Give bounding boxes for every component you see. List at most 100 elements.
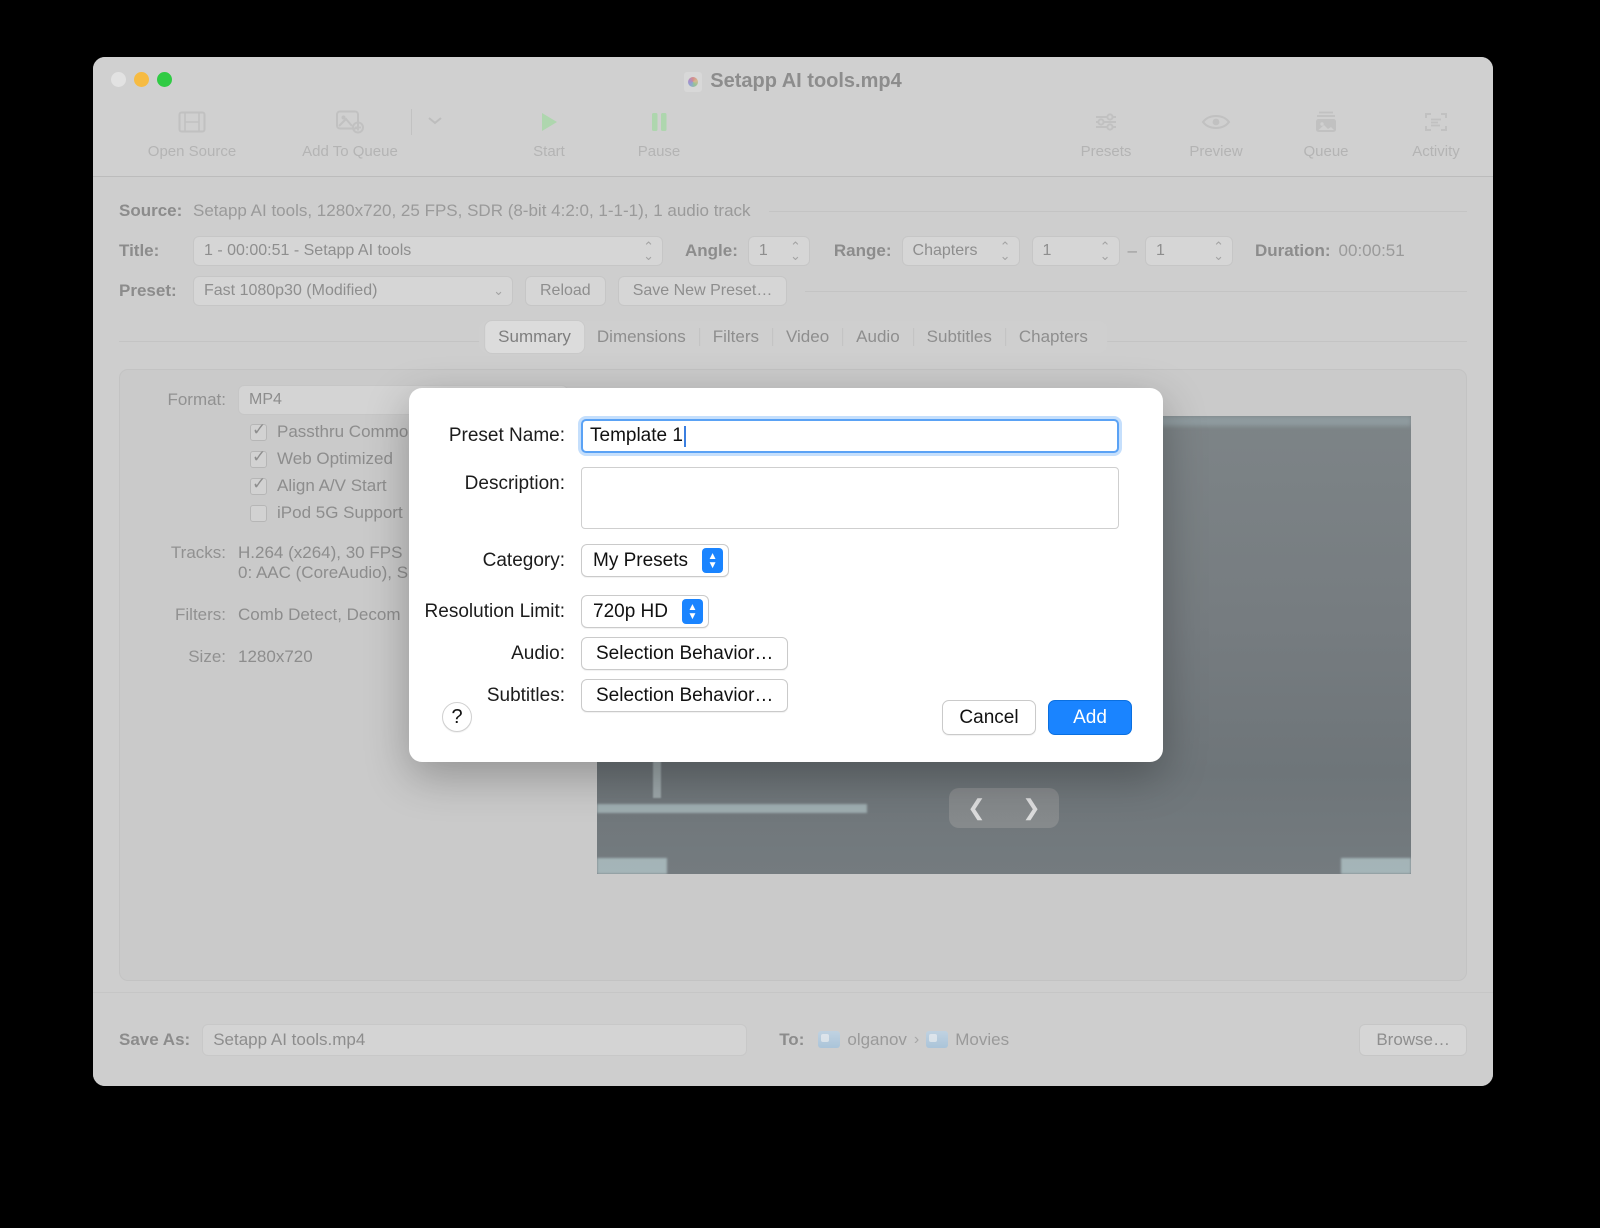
- to-label: To:: [779, 1030, 804, 1050]
- tab-filters[interactable]: Filters: [700, 321, 772, 353]
- preset-select[interactable]: Fast 1080p30 (Modified) ⌄: [193, 276, 513, 306]
- play-icon: [538, 107, 560, 137]
- pause-label: Pause: [638, 143, 681, 160]
- audio-selection-behavior-button[interactable]: Selection Behavior…: [581, 637, 788, 670]
- subtitles-label: Subtitles:: [409, 679, 581, 713]
- filters-label: Filters:: [140, 605, 238, 625]
- description-label: Description:: [409, 467, 581, 501]
- add-image-icon: [335, 107, 365, 137]
- activity-label: Activity: [1412, 143, 1460, 160]
- cancel-label: Cancel: [959, 707, 1018, 729]
- category-row: Category: My Presets ▲▼: [409, 544, 1163, 578]
- home-folder-icon: [818, 1031, 840, 1048]
- tab-summary[interactable]: Summary: [485, 321, 584, 353]
- pause-button[interactable]: Pause: [604, 107, 714, 160]
- preview-button[interactable]: Preview: [1161, 107, 1271, 160]
- tab-video[interactable]: Video: [773, 321, 842, 353]
- cancel-button[interactable]: Cancel: [942, 700, 1036, 735]
- browse-button[interactable]: Browse…: [1359, 1024, 1467, 1056]
- angle-select[interactable]: 1 ⌃⌄: [748, 236, 810, 266]
- subtitles-selection-behavior-label: Selection Behavior…: [596, 685, 773, 707]
- range-type-value: Chapters: [913, 242, 978, 260]
- eye-icon: [1201, 107, 1231, 137]
- preset-name-input[interactable]: Template 1: [581, 419, 1119, 453]
- add-button[interactable]: Add: [1048, 700, 1132, 735]
- checkbox-label: Align A/V Start: [277, 476, 387, 496]
- tab-dimensions[interactable]: Dimensions: [584, 321, 699, 353]
- audio-label: Audio:: [409, 637, 581, 671]
- preview-floor: [597, 804, 867, 813]
- dialog-actions: Cancel Add: [942, 700, 1132, 735]
- open-source-button[interactable]: Open Source: [137, 107, 247, 160]
- document-icon: [684, 72, 702, 92]
- open-source-label: Open Source: [148, 143, 236, 160]
- audio-selection-behavior-label: Selection Behavior…: [596, 643, 773, 665]
- destination-path[interactable]: olganov › Movies: [818, 1030, 1009, 1050]
- resolution-limit-select[interactable]: 720p HD ▲▼: [581, 595, 709, 628]
- tab-audio-label: Audio: [856, 327, 899, 346]
- film-icon: [178, 107, 206, 137]
- preset-divider: [805, 291, 1467, 292]
- reload-preset-button[interactable]: Reload: [525, 276, 606, 306]
- activity-button[interactable]: Activity: [1381, 107, 1491, 160]
- checkbox-label: Web Optimized: [277, 449, 393, 469]
- title-select[interactable]: 1 - 00:00:51 - Setapp AI tools ⌃⌄: [193, 236, 663, 266]
- path-segment-movies: Movies: [955, 1030, 1009, 1050]
- save-new-preset-button[interactable]: Save New Preset…: [618, 276, 788, 306]
- chevron-updown-icon: ⌃⌄: [1000, 242, 1011, 260]
- title-label: Title:: [119, 241, 193, 261]
- checkbox-icon: [250, 424, 267, 441]
- subtitles-selection-behavior-button[interactable]: Selection Behavior…: [581, 679, 788, 712]
- angle-value: 1: [759, 242, 768, 260]
- chevron-updown-icon: ⌃⌄: [1213, 242, 1224, 260]
- save-as-input[interactable]: Setapp AI tools.mp4: [202, 1024, 747, 1056]
- chevron-down-icon: [426, 113, 444, 131]
- queue-button[interactable]: Queue: [1271, 107, 1381, 160]
- tab-bar: Summary Dimensions Filters Video Audio S…: [93, 321, 1493, 361]
- toolbar-left-group: Open Source Add To Queue Star: [137, 107, 714, 160]
- range-to-select[interactable]: 1 ⌃⌄: [1145, 236, 1233, 266]
- tab-subtitles-label: Subtitles: [927, 327, 992, 346]
- path-separator: ›: [914, 1031, 919, 1049]
- description-input[interactable]: [581, 467, 1119, 529]
- range-from-select[interactable]: 1 ⌃⌄: [1032, 236, 1120, 266]
- range-type-select[interactable]: Chapters ⌃⌄: [902, 236, 1020, 266]
- text-caret: [684, 426, 686, 447]
- help-button[interactable]: ?: [442, 702, 472, 732]
- category-select[interactable]: My Presets ▲▼: [581, 544, 729, 577]
- screen: Setapp AI tools.mp4 Open Source Add To Q…: [0, 0, 1600, 1228]
- size-value: 1280x720: [238, 647, 313, 667]
- folder-icon: [926, 1031, 948, 1048]
- presets-button[interactable]: Presets: [1051, 107, 1161, 160]
- add-to-queue-button[interactable]: Add To Queue: [295, 107, 405, 160]
- preset-label: Preset:: [119, 281, 193, 301]
- range-from-value: 1: [1043, 242, 1052, 260]
- preview-next-button[interactable]: ❯: [1022, 795, 1040, 821]
- add-to-queue-menu-button[interactable]: [418, 107, 452, 137]
- tab-subtitles[interactable]: Subtitles: [914, 321, 1005, 353]
- resolution-limit-label: Resolution Limit:: [409, 595, 581, 629]
- tracks-line-1: H.264 (x264), 30 FPS: [238, 543, 408, 563]
- tab-chapters[interactable]: Chapters: [1006, 321, 1101, 353]
- queue-stack-icon: [1313, 107, 1339, 137]
- checkbox-label: iPod 5G Support: [277, 503, 403, 523]
- tab-filters-label: Filters: [713, 327, 759, 346]
- category-value: My Presets: [593, 550, 688, 572]
- toolbar-separator: [411, 109, 412, 135]
- preview-prev-button[interactable]: ❮: [967, 795, 985, 821]
- source-value: Setapp AI tools, 1280x720, 25 FPS, SDR (…: [193, 201, 751, 221]
- preset-select-value: Fast 1080p30 (Modified): [204, 282, 377, 300]
- save-new-preset-label: Save New Preset…: [633, 282, 773, 300]
- destination-bar: Save As: Setapp AI tools.mp4 To: olganov…: [93, 992, 1493, 1086]
- queue-label: Queue: [1303, 143, 1348, 160]
- checkbox-icon: [250, 505, 267, 522]
- range-dash: –: [1128, 241, 1137, 261]
- browse-label: Browse…: [1376, 1030, 1450, 1050]
- preview-label: Preview: [1189, 143, 1242, 160]
- start-button[interactable]: Start: [494, 107, 604, 160]
- checkbox-icon: [250, 451, 267, 468]
- tab-audio[interactable]: Audio: [843, 321, 912, 353]
- chevron-updown-icon: ▲▼: [682, 599, 703, 624]
- source-divider: [769, 211, 1467, 212]
- size-label: Size:: [140, 647, 238, 667]
